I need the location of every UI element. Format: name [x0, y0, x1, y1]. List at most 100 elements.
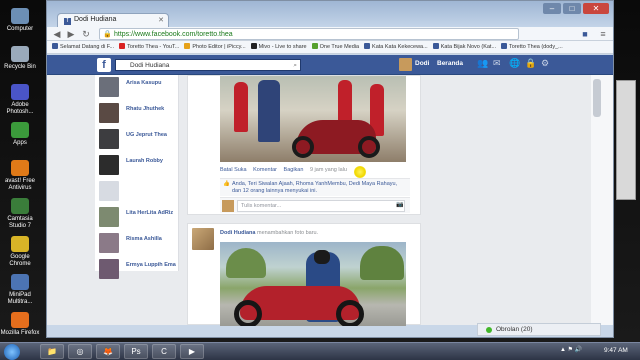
likes-text[interactable]: Anda, Teri Siwalan Ajaah, Rhoma YanhMemb…: [232, 181, 397, 194]
desktop-icon[interactable]: Google Chrome: [0, 236, 40, 268]
extension-icon[interactable]: ■: [579, 28, 591, 40]
comment-input[interactable]: Tulis komentar...: [237, 200, 405, 212]
tab-facebook[interactable]: f Dodi Hudiana ✕: [57, 13, 169, 27]
cursor-highlight: [354, 166, 366, 178]
post-timestamp[interactable]: 9 jam yang lalu: [310, 167, 347, 173]
bookmark-favicon-icon: [501, 43, 508, 49]
messages-icon[interactable]: ✉: [493, 58, 501, 69]
tray-icons[interactable]: ▲ ⚑ 🔊: [560, 346, 600, 353]
maximize-button[interactable]: □: [563, 3, 581, 14]
friend-avatar: [99, 259, 119, 279]
author-avatar[interactable]: [192, 228, 214, 250]
bookmark-item[interactable]: Selamat Datang di F...: [52, 41, 114, 53]
taskbar-firefox-icon[interactable]: 🦊: [96, 344, 120, 359]
chat-status-icon: [486, 327, 492, 333]
close-window-button[interactable]: ✕: [583, 3, 609, 14]
bookmark-item[interactable]: Kata Bijak Novo (Kat...: [432, 41, 497, 53]
desktop-icon[interactable]: Apps: [0, 122, 40, 147]
tab-title: Dodi Hudiana: [74, 16, 117, 23]
forward-arrow-icon[interactable]: ▶: [65, 28, 77, 40]
scrollbar-thumb[interactable]: [593, 79, 601, 117]
home-link[interactable]: Beranda: [437, 60, 463, 67]
post-photo-motorcycle-girls[interactable]: [220, 76, 406, 162]
desktop-icon[interactable]: avast! Free Antivirus: [0, 160, 40, 192]
friend-item[interactable]: Ermya Luppih Ema: [99, 259, 179, 281]
address-bar[interactable]: 🔒 https://www.facebook.com/toretto.thea: [99, 28, 519, 40]
post-1: Batal Suka Komentar Bagikan 9 jam yang l…: [187, 75, 421, 215]
start-button-icon[interactable]: [4, 344, 20, 360]
privacy-lock-icon[interactable]: 🔒: [525, 58, 536, 69]
friend-item[interactable]: Rhatu Jhuthek: [99, 103, 179, 125]
camera-icon[interactable]: 📷: [396, 201, 403, 208]
bookmark-favicon-icon: [250, 43, 257, 49]
unlike-link[interactable]: Batal Suka: [220, 167, 247, 173]
clock[interactable]: 9:47 AM: [604, 347, 628, 354]
search-icon[interactable]: ⌕: [293, 60, 297, 71]
tab-close-icon[interactable]: ✕: [158, 16, 164, 24]
post-header: Dodi Hudiana menambahkan foto baru.: [220, 230, 318, 236]
bookmark-item[interactable]: Toretto Thea - YouT...: [119, 41, 179, 53]
post-photo-motorcycle[interactable]: [220, 242, 406, 326]
taskbar-camtasia-icon[interactable]: C: [152, 344, 176, 359]
facebook-logo-icon[interactable]: f: [97, 58, 111, 72]
friends-list: Arisa Kasupu Rhatu Jhuthek UG Jeprut Thea L…: [95, 75, 179, 279]
minimize-button[interactable]: –: [543, 3, 561, 14]
reload-icon[interactable]: ↻: [80, 28, 92, 40]
friend-item[interactable]: Arisa Kasupu: [99, 77, 179, 99]
back-arrow-icon[interactable]: ◀: [51, 28, 63, 40]
bookmark-item[interactable]: Toretto Thea (dody_...: [501, 41, 563, 53]
chat-label: Obrolan (20): [496, 326, 533, 333]
chat-bar[interactable]: Obrolan (20): [477, 323, 601, 336]
bookmark-item[interactable]: One True Media: [311, 41, 360, 53]
friend-item[interactable]: Lita HerLita AdRiz: [99, 207, 179, 229]
bookmark-label: One True Media: [319, 44, 360, 50]
menu-icon[interactable]: ≡: [597, 28, 609, 40]
desktop-icon-label: avast! Free Antivirus: [4, 178, 35, 191]
profile-name[interactable]: Dodi: [415, 60, 429, 67]
share-link[interactable]: Bagikan: [284, 167, 304, 173]
desktop-icon[interactable]: Computer: [0, 8, 40, 33]
friend-item[interactable]: Laurah Robby: [99, 155, 179, 177]
desktop-app-icon: [11, 274, 29, 290]
taskbar-explorer-icon[interactable]: 📁: [40, 344, 64, 359]
desktop-icon[interactable]: Adobe Photosh...: [0, 84, 40, 116]
facebook-favicon-icon: f: [64, 18, 71, 25]
desktop-icon-label: Computer: [6, 26, 34, 32]
friend-item[interactable]: Risma Ashilla: [99, 233, 179, 255]
friend-name: Rhatu Jhuthek: [126, 106, 165, 112]
thumbs-up-icon: 👍: [223, 181, 230, 187]
notifications-icon[interactable]: 🌐: [509, 58, 520, 69]
bookmark-favicon-icon: [432, 43, 439, 49]
settings-gear-icon[interactable]: ⚙: [541, 58, 549, 69]
friend-requests-icon[interactable]: 👥: [477, 58, 488, 69]
friend-avatar: [99, 181, 119, 201]
desktop-icon[interactable]: Mozilla Firefox: [0, 312, 40, 337]
bookmark-favicon-icon: [364, 43, 371, 49]
friend-avatar: [99, 129, 119, 149]
friend-item[interactable]: [99, 181, 179, 203]
news-feed: Batal Suka Komentar Bagikan 9 jam yang l…: [187, 75, 421, 326]
taskbar-media-icon[interactable]: ▶: [180, 344, 204, 359]
bookmarks-bar: Selamat Datang di F... Toretto Thea - You…: [47, 41, 613, 54]
bookmark-label: Toretto Thea (dody_...: [509, 44, 563, 50]
bookmark-label: Kata Bijak Novo (Kat...: [440, 44, 497, 50]
bookmark-item[interactable]: Mivo - Live to share: [250, 41, 307, 53]
taskbar-photoshop-icon[interactable]: Ps: [124, 344, 148, 359]
facebook-header: f Dodi Hudiana ⌕ Dodi Beranda 👥 ✉ 🌐 🔒 ⚙: [47, 55, 613, 75]
desktop-icon[interactable]: MiniPad Multitra...: [0, 274, 40, 306]
friend-item[interactable]: UG Jeprut Thea: [99, 129, 179, 151]
desktop-app-icon: [11, 122, 29, 138]
desktop-icon-label: Apps: [13, 140, 27, 146]
bookmark-item[interactable]: Photo Editor | iPiccy...: [184, 41, 246, 53]
taskbar-chrome-icon[interactable]: ◎: [68, 344, 92, 359]
tab-strip: f Dodi Hudiana ✕ – □ ✕: [47, 1, 613, 27]
desktop-icon[interactable]: Recycle Bin: [0, 46, 40, 71]
search-input[interactable]: Dodi Hudiana ⌕: [115, 59, 301, 71]
bookmark-item[interactable]: Kata Kata Kekecewa...: [364, 41, 428, 53]
friend-avatar: [99, 207, 119, 227]
author-name[interactable]: Dodi Hudiana: [220, 230, 255, 236]
comment-link[interactable]: Komentar: [253, 167, 277, 173]
profile-avatar[interactable]: [399, 58, 412, 71]
desktop-icon[interactable]: Camtasia Studio 7: [0, 198, 40, 230]
comment-box: Tulis komentar... 📷: [220, 197, 410, 213]
